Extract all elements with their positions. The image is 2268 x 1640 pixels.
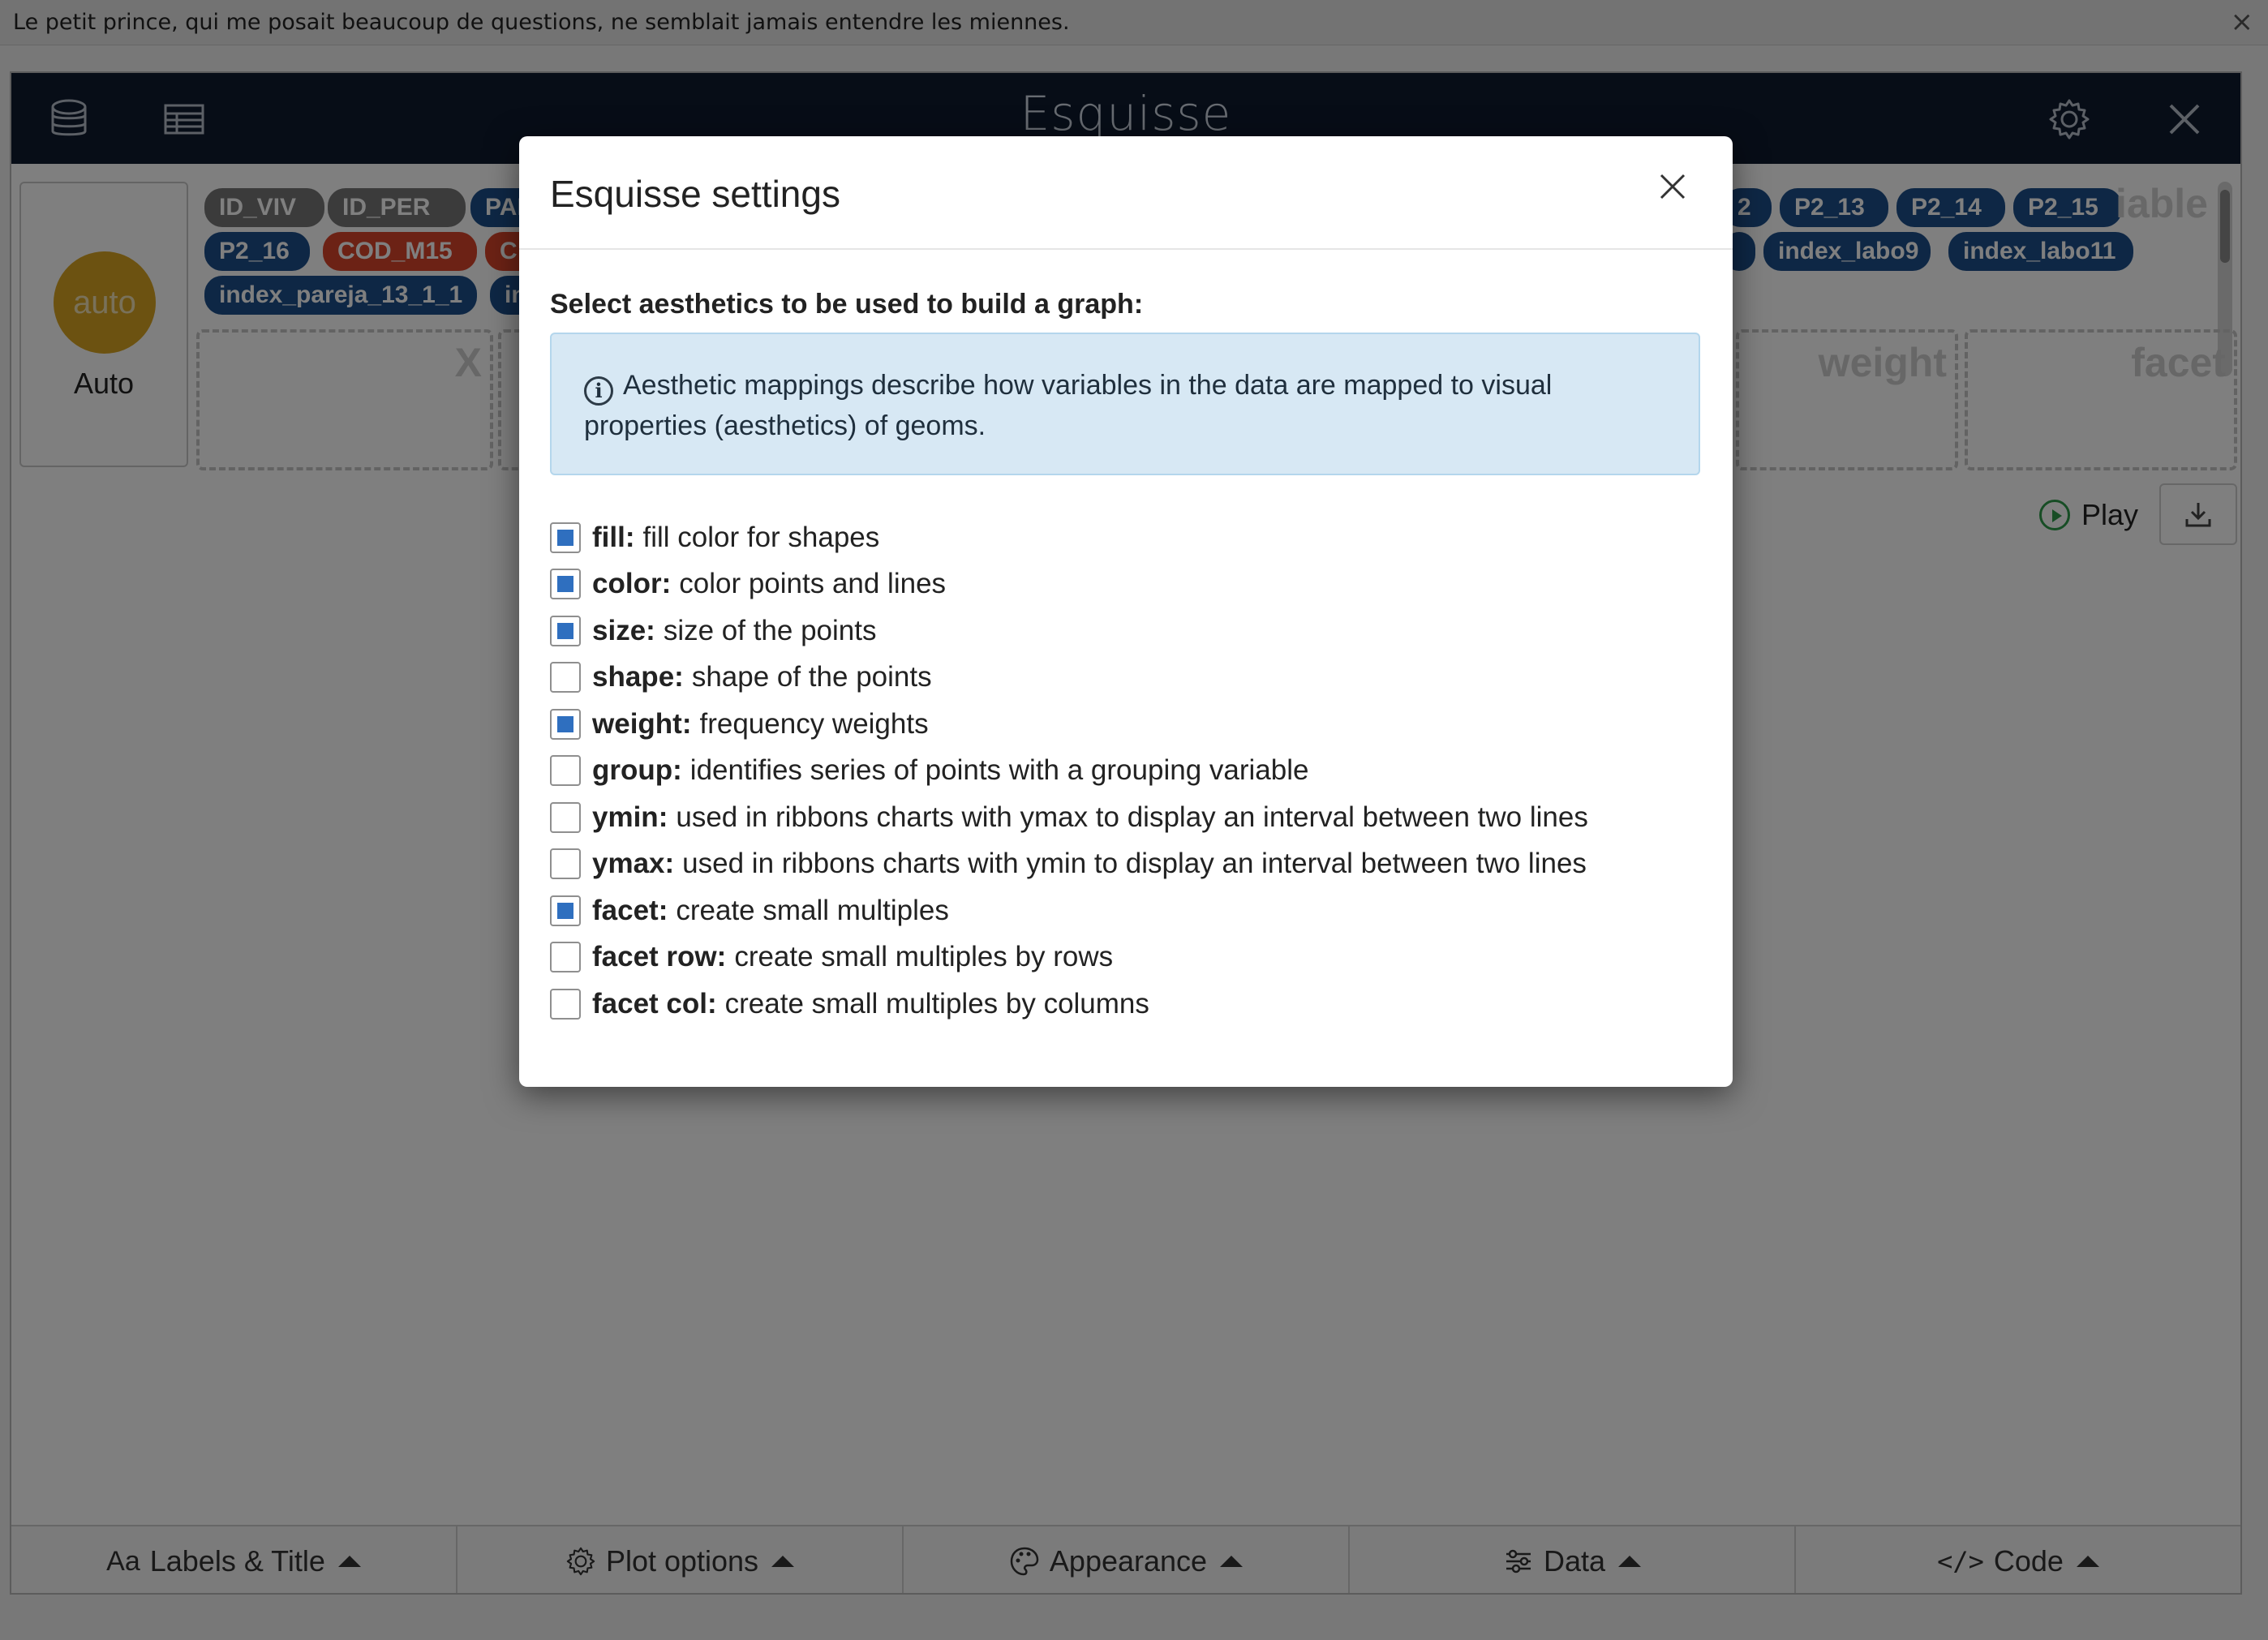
checkbox[interactable] bbox=[550, 522, 581, 553]
option-desc: identifies series of points with a group… bbox=[689, 754, 1309, 787]
aesthetic-option-facet[interactable]: facet: create small multiples bbox=[550, 887, 1702, 934]
checkbox[interactable] bbox=[550, 895, 581, 926]
section-title: Select aesthetics to be used to build a … bbox=[550, 289, 1144, 320]
option-desc: shape of the points bbox=[691, 661, 932, 693]
aesthetic-option-weight[interactable]: weight: frequency weights bbox=[550, 701, 1702, 748]
aesthetic-option-ymin[interactable]: ymin: used in ribbons charts with ymax to… bbox=[550, 794, 1702, 841]
checkbox[interactable] bbox=[550, 942, 581, 973]
aesthetic-option-facet-row[interactable]: facet row: create small multiples by rows bbox=[550, 934, 1702, 981]
option-name: facet col: bbox=[592, 987, 717, 1020]
info-alert: i Aesthetic mappings describe how variabl… bbox=[550, 333, 1700, 475]
option-desc: create small multiples bbox=[676, 894, 949, 926]
checkbox[interactable] bbox=[550, 569, 581, 600]
checkbox[interactable] bbox=[550, 755, 581, 787]
aesthetic-option-fill[interactable]: fill: fill color for shapes bbox=[550, 514, 1702, 561]
aesthetic-option-size[interactable]: size: size of the points bbox=[550, 607, 1702, 655]
option-name: facet: bbox=[592, 894, 668, 926]
aesthetic-option-shape[interactable]: shape: shape of the points bbox=[550, 655, 1702, 702]
option-desc: frequency weights bbox=[699, 707, 929, 740]
option-desc: size of the points bbox=[663, 614, 877, 646]
checkbox[interactable] bbox=[550, 848, 581, 880]
option-name: weight: bbox=[592, 707, 692, 740]
aesthetics-checklist: fill: fill color for shapes color: color p… bbox=[550, 514, 1702, 1028]
option-desc: fill color for shapes bbox=[642, 521, 880, 553]
checkbox[interactable] bbox=[550, 662, 581, 693]
aesthetic-option-facet-col[interactable]: facet col: create small multiples by colu… bbox=[550, 981, 1702, 1028]
option-desc: create small multiples by columns bbox=[724, 987, 1149, 1020]
option-name: size: bbox=[592, 614, 655, 646]
option-name: group: bbox=[592, 754, 682, 787]
modal-title: Esquisse settings bbox=[550, 173, 840, 215]
aesthetic-option-color[interactable]: color: color points and lines bbox=[550, 561, 1702, 608]
option-desc: create small multiples by rows bbox=[734, 941, 1114, 973]
option-name: facet row: bbox=[592, 941, 727, 973]
settings-modal: Esquisse settings Select aesthetics to b… bbox=[519, 136, 1733, 1087]
modal-header: Esquisse settings bbox=[519, 136, 1733, 250]
option-desc: used in ribbons charts with ymin to disp… bbox=[682, 848, 1587, 880]
info-text: Aesthetic mappings describe how variable… bbox=[584, 370, 1553, 441]
option-name: ymax: bbox=[592, 848, 675, 880]
checkbox[interactable] bbox=[550, 708, 581, 740]
option-name: color: bbox=[592, 568, 672, 600]
aesthetic-option-ymax[interactable]: ymax: used in ribbons charts with ymin to… bbox=[550, 841, 1702, 888]
info-icon: i bbox=[584, 376, 613, 406]
aesthetic-option-group[interactable]: group: identifies series of points with a… bbox=[550, 748, 1702, 795]
modal-close-icon[interactable] bbox=[1655, 169, 1690, 204]
option-desc: color points and lines bbox=[679, 568, 947, 600]
checkbox[interactable] bbox=[550, 801, 581, 833]
option-name: fill: bbox=[592, 521, 635, 553]
option-name: ymin: bbox=[592, 801, 668, 833]
checkbox[interactable] bbox=[550, 615, 581, 646]
option-desc: used in ribbons charts with ymax to disp… bbox=[676, 801, 1588, 833]
checkbox[interactable] bbox=[550, 988, 581, 1020]
option-name: shape: bbox=[592, 661, 684, 693]
